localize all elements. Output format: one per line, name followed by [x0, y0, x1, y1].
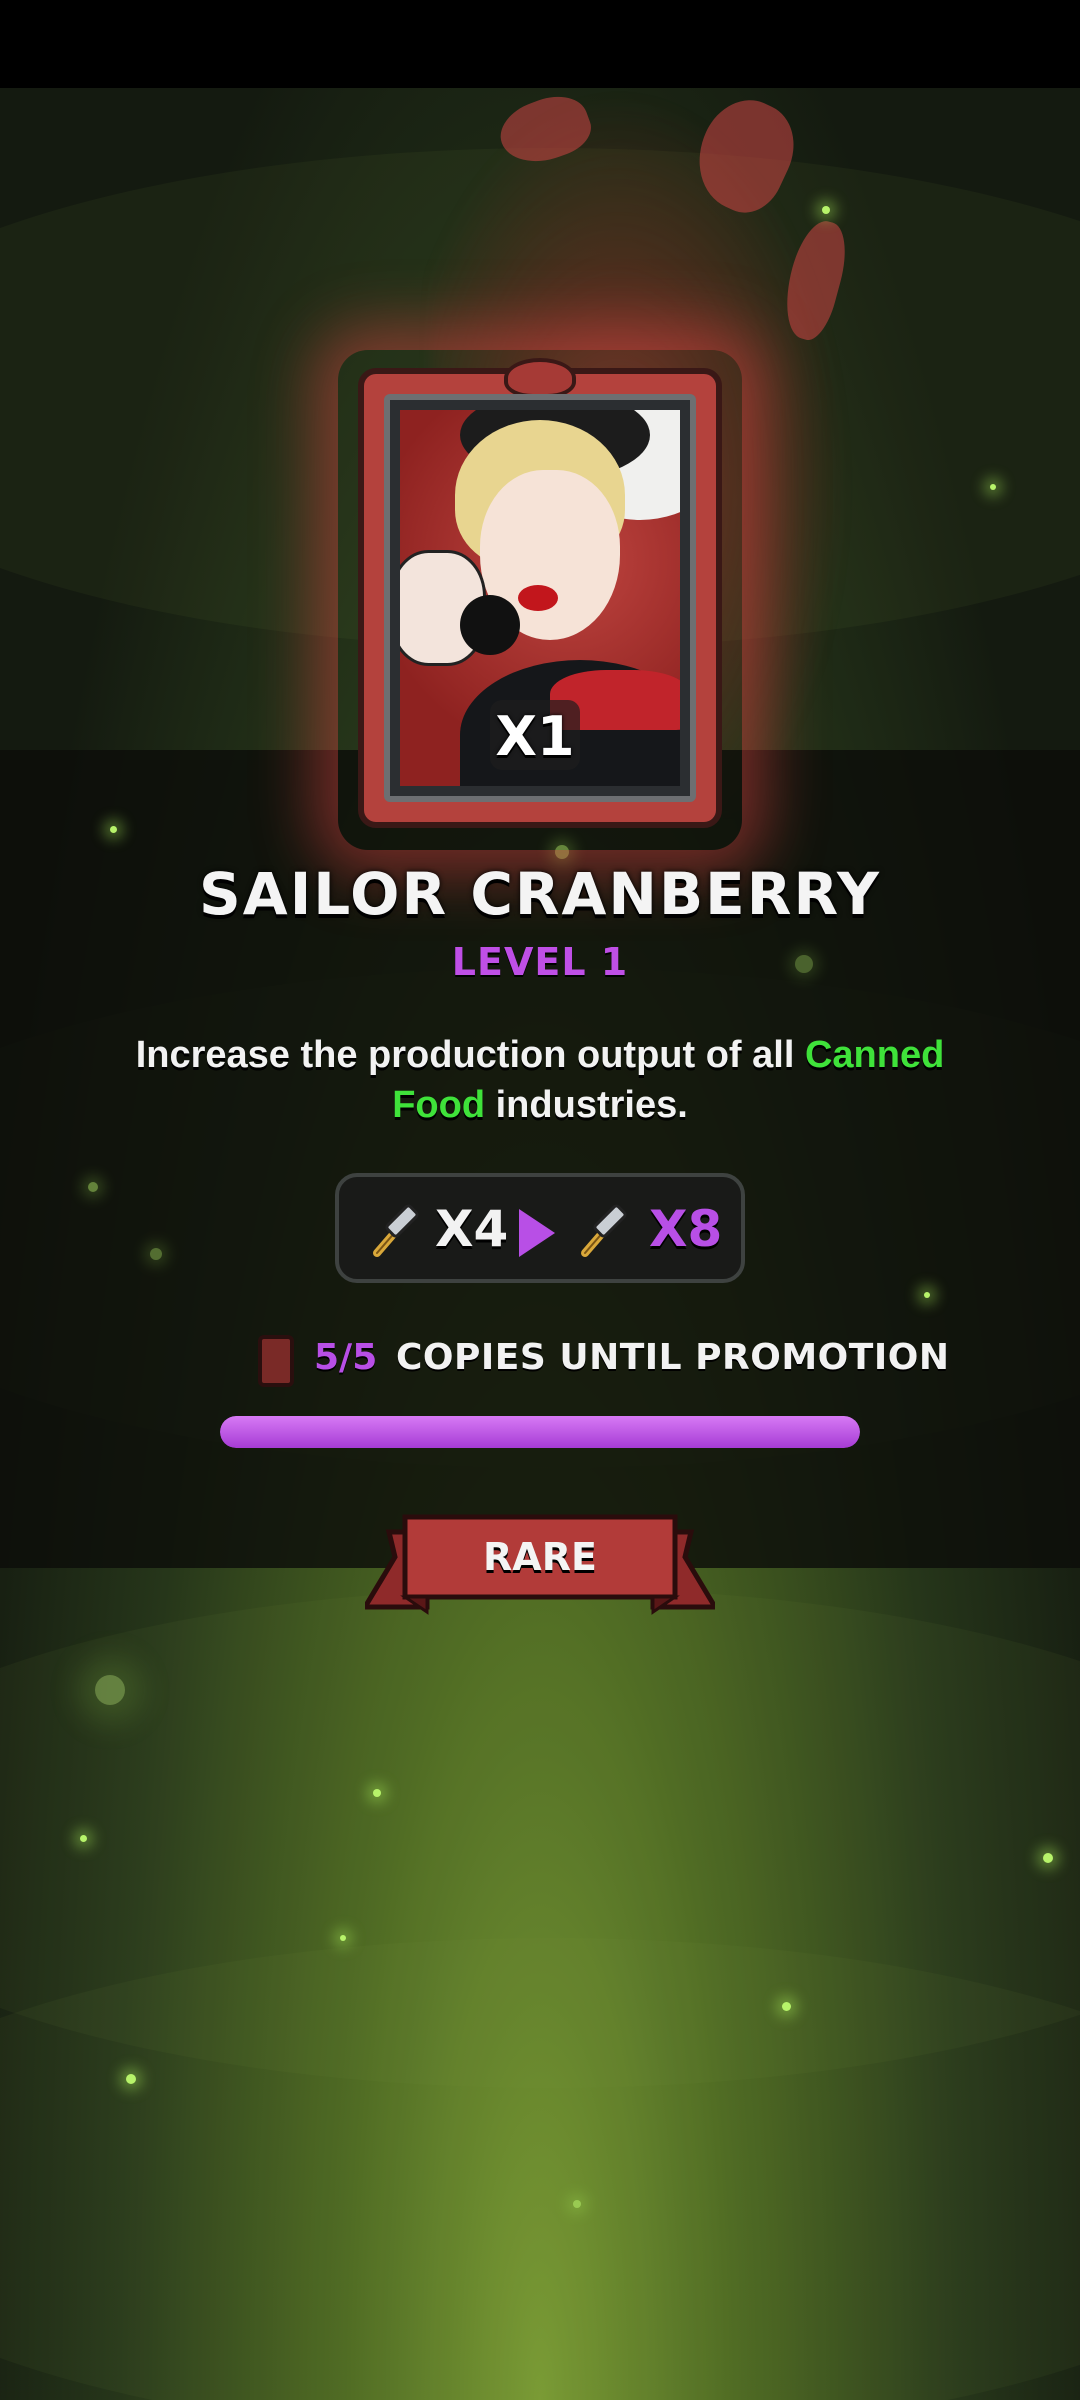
- promotion-count: 5/5: [314, 1337, 378, 1378]
- spark: [126, 2074, 136, 2084]
- promotion-row: 5/5 COPIES UNTIL PROMOTION: [250, 1335, 949, 1391]
- card-crest-icon: [504, 358, 576, 398]
- card-description: Increase the production output of all Ca…: [110, 1030, 970, 1130]
- promotion-progress-bar: [220, 1416, 860, 1448]
- status-bar: [0, 0, 1080, 88]
- spark: [924, 1292, 930, 1298]
- card-icon: [258, 1335, 294, 1387]
- spark: [1043, 1853, 1053, 1863]
- boost-next: X8: [649, 1200, 723, 1258]
- spark: [782, 2002, 791, 2011]
- spark: [990, 484, 996, 490]
- hammer-icon: [373, 1204, 419, 1257]
- spark: [88, 1182, 98, 1192]
- boost-current: X4: [435, 1200, 509, 1258]
- copies-owned: X1: [495, 705, 575, 768]
- hammer-icon: [581, 1204, 627, 1257]
- spark: [573, 2200, 581, 2208]
- spark: [110, 826, 117, 833]
- character-card[interactable]: X1: [358, 358, 722, 828]
- spark: [95, 1675, 125, 1705]
- spark: [150, 1248, 162, 1260]
- boost-panel: X4 X8: [335, 1173, 745, 1283]
- spark: [340, 1935, 346, 1941]
- description-text: Increase the production output of all: [135, 1034, 805, 1076]
- description-text-end: industries.: [485, 1084, 688, 1126]
- promotion-progress-fill: [220, 1416, 860, 1448]
- arrow-right-icon: [519, 1209, 555, 1257]
- spark: [80, 1835, 87, 1842]
- card-level: LEVEL 1: [451, 940, 629, 984]
- card-name: SAILOR CRANBERRY: [199, 860, 881, 928]
- rarity-label: RARE: [483, 1535, 597, 1579]
- card-frame: X1: [384, 394, 696, 802]
- lips: [518, 585, 558, 611]
- spark: [822, 206, 830, 214]
- background-wave: [0, 1938, 1080, 2400]
- promotion-label: COPIES UNTIL PROMOTION: [396, 1337, 950, 1378]
- spark: [373, 1789, 381, 1797]
- microphone-icon: [460, 595, 520, 655]
